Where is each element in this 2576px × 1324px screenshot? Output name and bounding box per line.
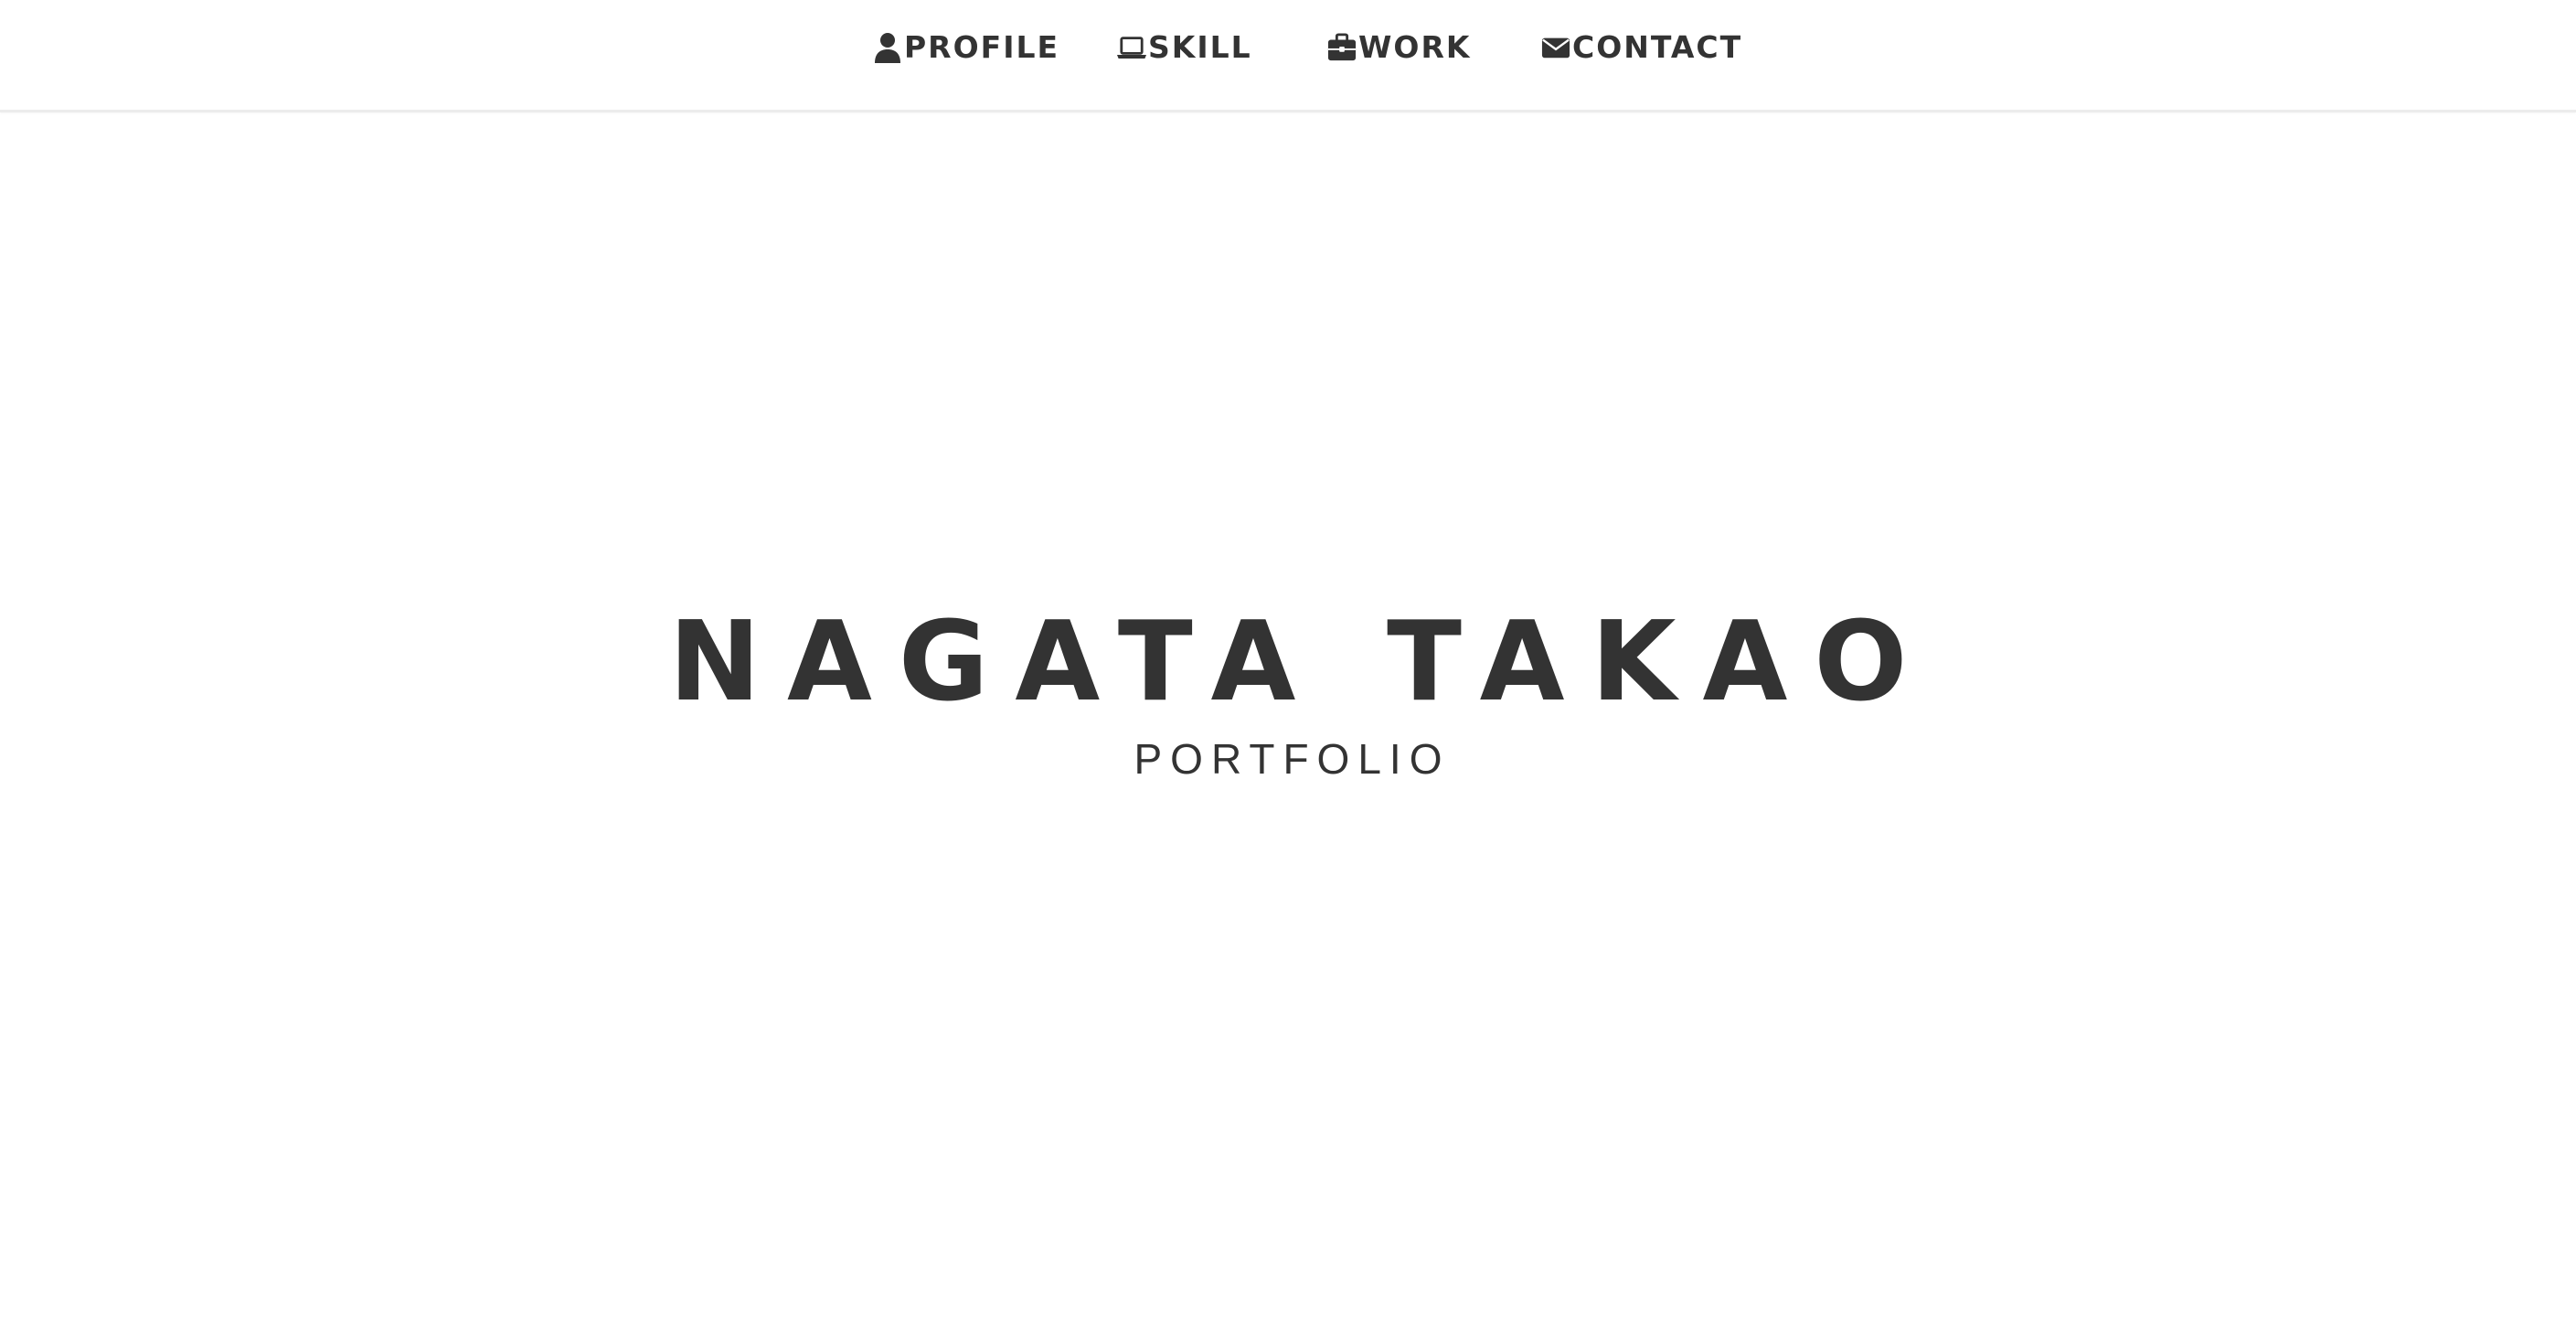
nav-item-label: WORK [1358, 29, 1472, 65]
nav-item-skill[interactable]: SKILL [1117, 27, 1252, 68]
nav-item-contact[interactable]: CONTACT [1541, 27, 1742, 68]
nav-item-profile[interactable]: PROFILE [873, 27, 1059, 68]
envelope-icon [1541, 31, 1570, 64]
hero-subtitle: PORTFOLIO [1134, 735, 1451, 783]
nav-item-label: CONTACT [1572, 29, 1743, 65]
top-navigation: PROFILE SKILL WORK CONTACT [0, 0, 2576, 112]
nav-item-label: SKILL [1148, 29, 1252, 65]
hero-title: NAGATA TAKAO [668, 599, 1934, 726]
user-icon [873, 31, 902, 64]
nav-item-work[interactable]: WORK [1327, 27, 1471, 68]
nav-item-label: PROFILE [904, 29, 1060, 65]
hero-section: NAGATA TAKAO PORTFOLIO [0, 585, 2576, 786]
laptop-icon [1117, 31, 1146, 64]
briefcase-icon [1327, 31, 1357, 64]
